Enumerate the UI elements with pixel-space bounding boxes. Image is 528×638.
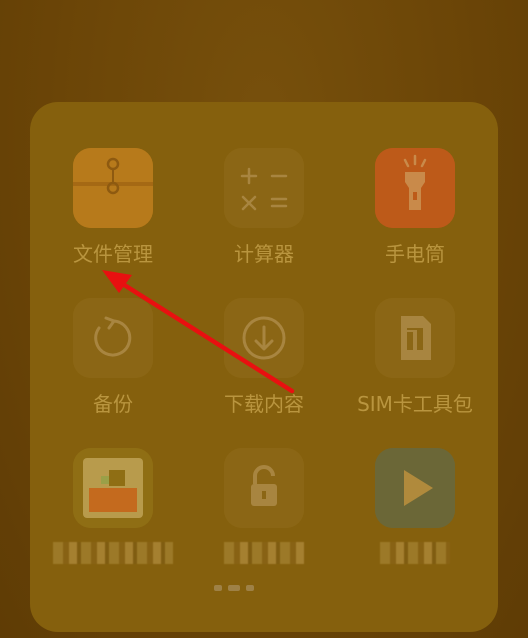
sim-card-icon	[375, 298, 455, 378]
flashlight-icon	[375, 148, 455, 228]
app-label: 计算器	[234, 242, 294, 266]
app-label: 备份	[93, 392, 133, 416]
app-grid: 文件管理 计算器 手电筒 备份 下载内容 SIM卡工具包	[30, 102, 498, 632]
app-blurred-1[interactable]	[38, 448, 188, 564]
app-blurred-2[interactable]	[189, 448, 339, 564]
page-indicator	[212, 580, 256, 596]
page-dot	[228, 585, 240, 591]
app-sim-toolkit[interactable]: SIM卡工具包	[340, 298, 490, 416]
blurred-app-label	[380, 542, 450, 564]
lock-icon	[224, 448, 304, 528]
app-label: 文件管理	[73, 242, 153, 266]
file-manager-icon	[73, 148, 153, 228]
app-backup[interactable]: 备份	[38, 298, 188, 416]
calculator-icon	[224, 148, 304, 228]
app-file-manager[interactable]: 文件管理	[38, 148, 188, 266]
app-label: 下载内容	[224, 392, 304, 416]
app-label: SIM卡工具包	[357, 392, 473, 416]
home-screen: 文件管理 计算器 手电筒 备份 下载内容 SIM卡工具包	[0, 0, 528, 638]
sim-app-icon	[73, 448, 153, 528]
play-icon	[375, 448, 455, 528]
app-folder: 文件管理 计算器 手电筒 备份 下载内容 SIM卡工具包	[30, 102, 498, 632]
app-blurred-3[interactable]	[340, 448, 490, 564]
app-calculator[interactable]: 计算器	[189, 148, 339, 266]
blurred-app-label	[224, 542, 304, 564]
app-label: 手电筒	[385, 242, 445, 266]
app-flashlight[interactable]: 手电筒	[340, 148, 490, 266]
blurred-app-label	[53, 542, 173, 564]
page-dot	[214, 585, 222, 591]
page-dot	[246, 585, 254, 591]
backup-icon	[73, 298, 153, 378]
download-icon	[224, 298, 304, 378]
app-downloads[interactable]: 下载内容	[189, 298, 339, 416]
